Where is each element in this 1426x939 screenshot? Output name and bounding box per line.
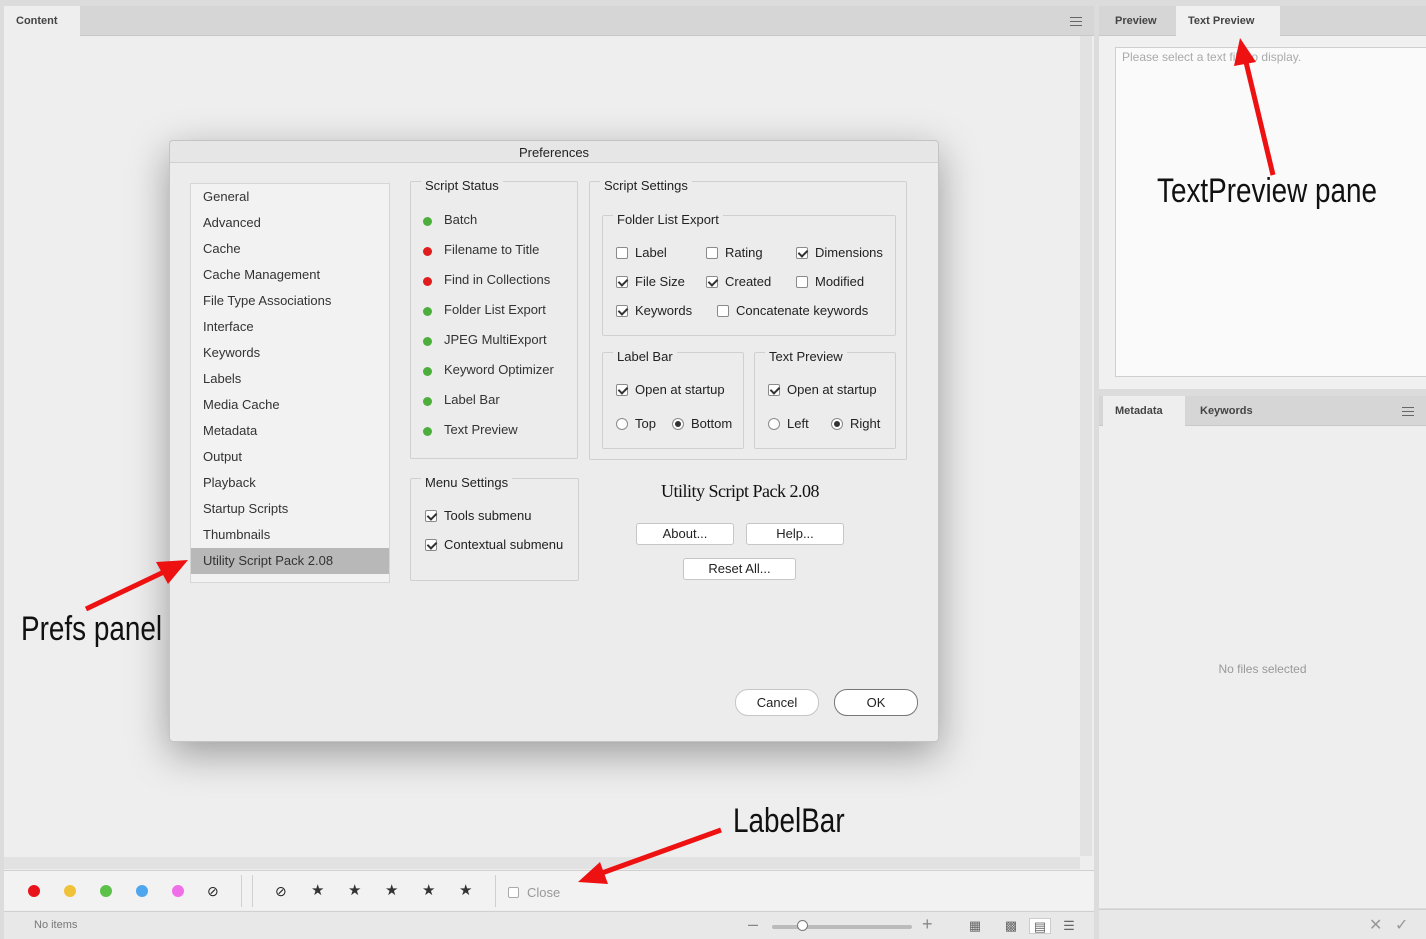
textpreview-arrow [1234, 38, 1276, 176]
prefs-panel-arrow [84, 560, 188, 612]
labelbar-annotation: LabelBar [733, 802, 845, 840]
labelbar-arrow [578, 827, 722, 884]
annotation-arrows [84, 38, 1276, 884]
textpreview-pane-annotation: TextPreview pane [1157, 172, 1378, 210]
prefs-panel-annotation: Prefs panel [21, 610, 163, 648]
